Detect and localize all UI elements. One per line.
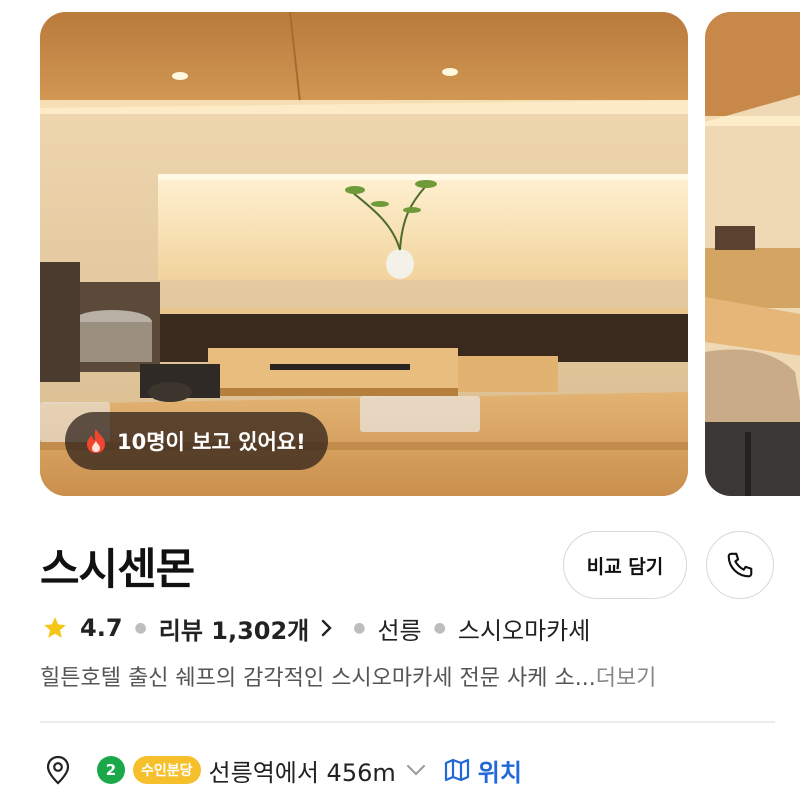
separator-dot: ● [134, 620, 147, 636]
category-label: 스시오마카세 [457, 616, 591, 645]
location-pin-icon [46, 755, 70, 785]
restaurant-name: 스시센몬 [40, 545, 195, 595]
map-icon [444, 758, 469, 782]
chevron-right-icon [322, 619, 332, 637]
star-icon [44, 617, 66, 638]
suin-bundang-line-badge: 수인분당 [133, 756, 201, 784]
divider [40, 721, 775, 723]
description-text: 힐튼호텔 출신 쉐프의 감각적인 스시오마카세 전문 사케 소... [40, 666, 596, 691]
restaurant-photo-2[interactable] [705, 12, 800, 496]
area-label: 선릉 [377, 616, 422, 645]
photo-carousel[interactable]: 10명이 보고 있어요! [0, 0, 800, 510]
rating-value: 4.7 [80, 614, 123, 642]
viewers-text: 10명이 보고 있어요! [117, 430, 306, 454]
reviews-link[interactable]: 리뷰 1,302개 [159, 611, 342, 646]
reviews-count: 리뷰 1,302개 [158, 616, 310, 645]
map-location-link[interactable]: 위치 [444, 753, 522, 788]
live-viewers-badge: 10명이 보고 있어요! [65, 412, 328, 470]
description-row: 힐튼호텔 출신 쉐프의 감각적인 스시오마카세 전문 사케 소... 더보기 [40, 656, 775, 696]
separator-dot: ● [433, 620, 446, 636]
station-distance[interactable]: 선릉역에서 456m [209, 753, 396, 788]
dining-room-image [705, 12, 800, 496]
rating-meta-row: 4.7 ● 리뷰 1,302개 ● 선릉 ● 스시오마카세 [42, 608, 590, 648]
add-to-compare-button[interactable]: 비교 담기 [563, 531, 687, 599]
separator-dot: ● [353, 620, 366, 636]
fire-icon [87, 429, 105, 453]
more-link[interactable]: 더보기 [596, 660, 657, 692]
call-button[interactable] [706, 531, 774, 599]
phone-icon [727, 552, 753, 578]
map-label: 위치 [477, 758, 522, 787]
subway-line-2-badge: 2 [97, 756, 125, 784]
location-row: 2 수인분당 선릉역에서 456m 위치 [45, 748, 522, 792]
chevron-down-icon[interactable] [406, 763, 426, 777]
